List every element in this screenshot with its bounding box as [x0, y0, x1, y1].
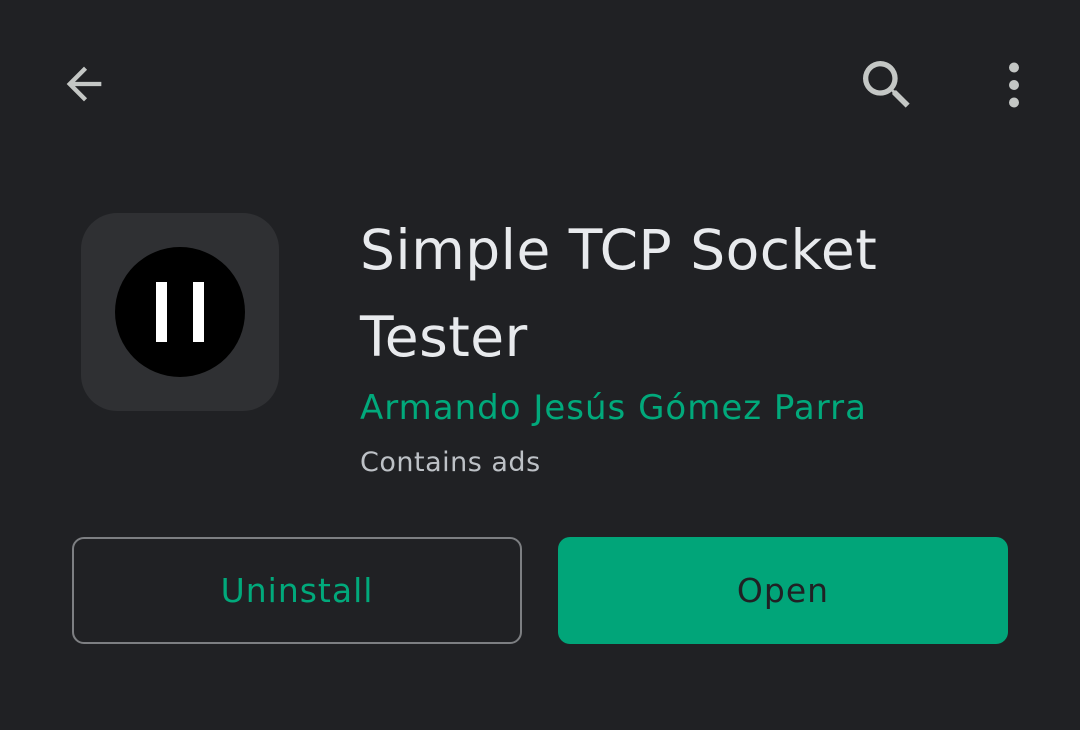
- uninstall-button[interactable]: Uninstall: [72, 537, 522, 644]
- app-title: Simple TCP Socket Tester: [360, 218, 878, 369]
- pause-bar-left: [156, 282, 167, 342]
- pause-icon: [115, 247, 245, 377]
- uninstall-button-label: Uninstall: [220, 571, 374, 610]
- pause-bar-right: [193, 282, 204, 342]
- back-button[interactable]: [50, 52, 118, 116]
- app-icon: [81, 213, 279, 411]
- open-button[interactable]: Open: [558, 537, 1008, 644]
- arrow-back-icon: [66, 66, 102, 102]
- open-button-label: Open: [736, 571, 830, 610]
- developer-link[interactable]: Armando Jesús Gómez Parra: [360, 386, 867, 430]
- more-vert-icon: [1009, 62, 1019, 108]
- search-icon: [863, 61, 910, 108]
- search-button[interactable]: [852, 50, 922, 120]
- contains-ads-label: Contains ads: [360, 447, 541, 478]
- more-options-button[interactable]: [984, 50, 1044, 120]
